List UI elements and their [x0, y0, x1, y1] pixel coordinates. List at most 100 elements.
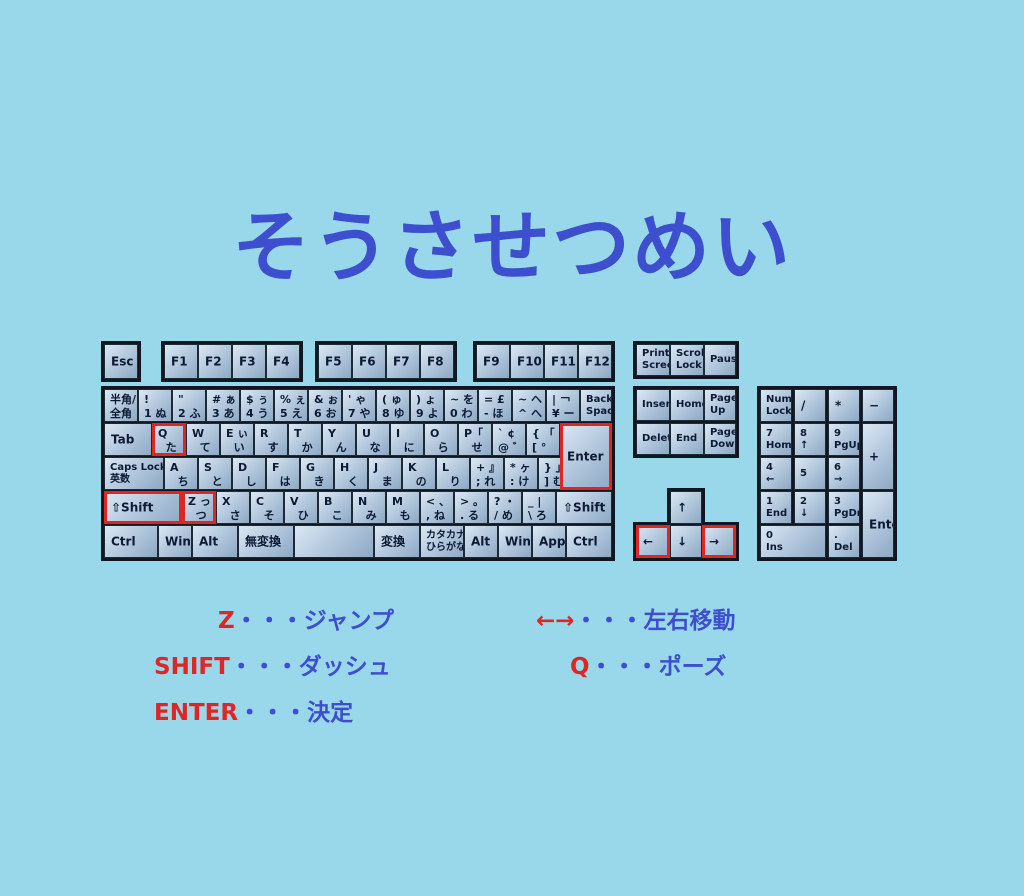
key-nav-3: Insert: [636, 389, 670, 421]
key-label: 4 う: [246, 407, 269, 420]
key-label: B: [324, 495, 333, 508]
key-label: Print Screen: [642, 348, 670, 371]
key-nav-9: ↑: [670, 491, 702, 524]
key-label: = £: [484, 393, 505, 406]
key-label: , ね: [426, 509, 446, 522]
key-label: H: [340, 461, 350, 474]
key-label: > 。: [460, 495, 485, 508]
key-label: そ: [256, 509, 275, 522]
key-main-10: F10: [510, 344, 544, 379]
key-label: # ぁ: [212, 393, 237, 406]
key-label: . る: [460, 509, 480, 522]
key-label: ま: [374, 475, 393, 488]
key-label: こ: [324, 509, 343, 522]
key-main-44: S と: [198, 457, 232, 490]
key-main-51: L り: [436, 457, 470, 490]
key-nav-6: Delete: [636, 423, 670, 455]
key-label: す: [260, 441, 279, 454]
key-numpad-11: 1 End: [760, 491, 792, 524]
key-label: A: [170, 461, 179, 474]
key-label: M: [392, 495, 403, 508]
key-label: ↑: [677, 500, 688, 514]
key-label: Caps Lock 英数: [110, 461, 164, 485]
key-main-45: D し: [232, 457, 266, 490]
key-label: き: [306, 475, 325, 488]
key-label: D: [238, 461, 248, 474]
key-label: ん: [328, 441, 347, 454]
key-main-41: Enter: [560, 423, 612, 490]
key-numpad-12: 2 ↓: [794, 491, 826, 524]
key-label: S: [204, 461, 212, 474]
key-nav-11: ↓: [670, 525, 702, 558]
key-main-22: ) ょ9 よ: [410, 389, 444, 422]
key-label: 1 End: [766, 495, 788, 519]
key-label: _ |: [528, 495, 542, 508]
key-label: /: [801, 398, 806, 412]
control-pause-text: ・・・ポーズ: [589, 654, 727, 680]
key-label: 3 PgDn: [834, 495, 859, 519]
key-main-46: F は: [266, 457, 300, 490]
key-main-19: & ぉ6 お: [308, 389, 342, 422]
key-label: Scroll Lock: [676, 348, 703, 371]
key-label: T: [294, 427, 302, 440]
key-numpad-1: /: [794, 389, 826, 422]
key-label: 2 ふ: [178, 407, 201, 420]
key-main-13: 半角/全角: [104, 389, 138, 422]
key-nav-7: End: [670, 423, 704, 455]
key-numpad-15: 0 Ins: [760, 525, 826, 558]
key-label: Alt: [199, 534, 219, 548]
key-label: App.: [539, 534, 566, 548]
key-label: 5: [800, 467, 807, 479]
key-label: 9 よ: [416, 407, 439, 420]
key-label: ら: [430, 441, 449, 454]
key-label: ⇧Shift: [563, 500, 606, 514]
key-main-71: 無変換: [238, 525, 294, 558]
key-main-69: Win: [158, 525, 192, 558]
key-label: Tab: [111, 432, 135, 446]
key-label: 0 わ: [450, 407, 473, 420]
key-label: !: [144, 393, 150, 406]
key-main-64: > 。. る: [454, 491, 488, 524]
key-label: K: [408, 461, 417, 474]
key-label: Z っ: [188, 495, 211, 508]
key-main-48: H く: [334, 457, 368, 490]
key-label: F: [272, 461, 280, 474]
key-label: 6 →: [834, 461, 843, 485]
key-main-42: Caps Lock 英数: [104, 457, 164, 490]
key-label: せ: [464, 441, 483, 454]
key-label: ) ょ: [416, 393, 436, 406]
key-main-75: Alt: [464, 525, 498, 558]
key-main-9: F9: [476, 344, 510, 379]
key-numpad-14: Enter: [862, 491, 894, 558]
key-label: G: [306, 461, 316, 474]
key-label: Enter: [567, 449, 604, 463]
key-label: { 「: [532, 427, 555, 440]
key-label: ": [178, 393, 184, 406]
key-main-55: ⇧Shift: [104, 491, 182, 524]
key-label: の: [408, 475, 427, 488]
key-main-36: I に: [390, 423, 424, 456]
key-main-65: ? ・ / め: [488, 491, 522, 524]
key-label: ~ ヘ: [518, 393, 543, 406]
key-main-57: X さ: [216, 491, 250, 524]
key-main-56: Z っ つ: [182, 491, 216, 524]
key-main-33: T か: [288, 423, 322, 456]
key-main-60: B こ: [318, 491, 352, 524]
key-main-8: F8: [420, 344, 454, 379]
key-main-78: Ctrl: [566, 525, 612, 558]
control-dash-text: ・・・ダッシュ: [229, 654, 391, 680]
key-label: 無変換: [245, 534, 282, 548]
key-main-12: F12: [578, 344, 612, 379]
control-move: ←→・・・左右移動: [536, 601, 736, 635]
key-label: 全角: [110, 407, 132, 420]
key-label: 7 Home: [766, 427, 792, 451]
key-label: Num Lock: [766, 393, 792, 417]
key-label: 変換: [381, 534, 406, 548]
key-main-20: ' ゃ7 や: [342, 389, 376, 422]
control-dash: SHIFT・・・ダッシュ: [154, 647, 391, 681]
key-main-43: A ち: [164, 457, 198, 490]
key-main-38: P「 せ: [458, 423, 492, 456]
key-label: / め: [494, 509, 513, 522]
key-main-35: U な: [356, 423, 390, 456]
key-label: Ctrl: [573, 534, 598, 548]
